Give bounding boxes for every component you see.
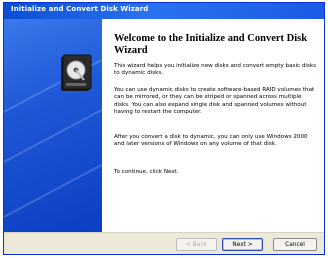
welcome-heading: Welcome to the Initialize and Convert Di… [114,33,308,56]
intro-text: This wizard helps you initialize new dis… [114,63,317,77]
continue-text: To continue, click Next. [114,169,179,175]
hard-disk-wizard-icon [61,54,92,91]
wizard-window: Initialize and Convert Disk Wizard Welco… [3,2,325,255]
wizard-banner [4,19,102,232]
next-button[interactable]: Next > [222,238,263,251]
button-bar: < Back Next > Cancel [4,232,324,254]
dynamic-disks-text: You can use dynamic disks to create soft… [114,87,315,115]
banner-stripe [4,146,102,224]
window-title: Initialize and Convert Disk Wizard [11,5,149,13]
title-bar[interactable]: Initialize and Convert Disk Wizard [4,3,324,19]
welcome-content: Welcome to the Initialize and Convert Di… [114,19,320,232]
back-button[interactable]: < Back [176,238,217,251]
cancel-button[interactable]: Cancel [273,238,317,251]
convert-note-text: After you convert a disk to dynamic, you… [114,134,308,148]
